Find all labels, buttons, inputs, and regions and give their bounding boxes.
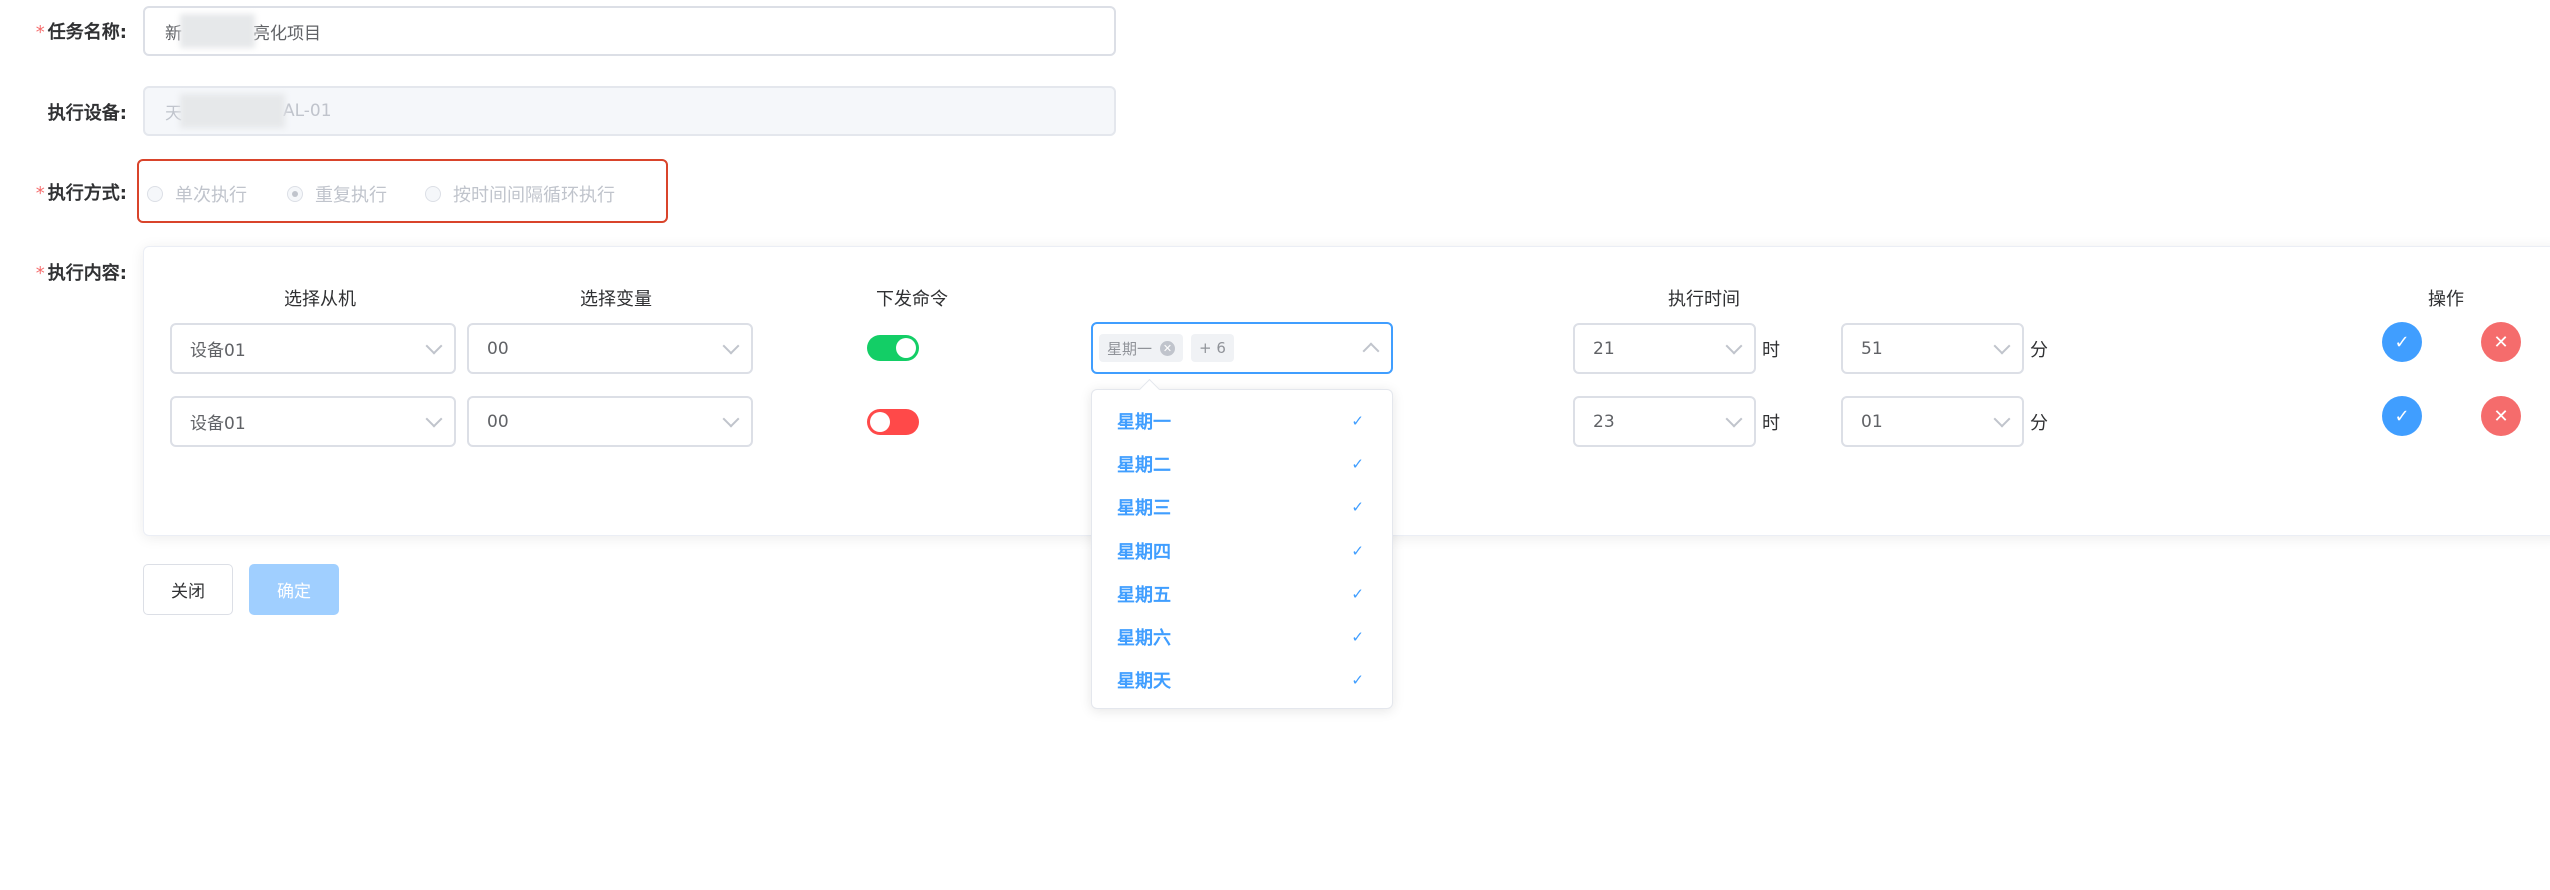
redaction-blur [180,94,285,128]
chevron-down-icon [1993,410,2011,427]
check-icon: ✓ [2394,405,2410,427]
radio-single[interactable]: 单次执行 [147,181,247,207]
device-input: 天 AL-01 [143,86,1116,136]
command-switch-off[interactable] [867,409,919,435]
close-icon: ✕ [2493,405,2509,427]
weekday-dropdown: 星期一 ✓ 星期二 ✓ 星期三 ✓ 星期四 ✓ 星期五 ✓ 星期六 ✓ 星期天 ✓ [1091,378,1393,709]
device-value-suffix: AL-01 [283,101,332,121]
check-icon: ✓ [1351,670,1364,689]
weekday-option[interactable]: 星期六 ✓ [1092,615,1392,658]
hour-unit: 时 [1762,413,1780,434]
hour-select[interactable]: 23 [1573,396,1756,447]
header-action: 操作 [2428,289,2464,310]
radio-dot [147,186,163,202]
minute-select[interactable]: 51 [1841,323,2024,374]
minute-unit: 分 [2030,413,2048,434]
hour-unit: 时 [1762,340,1780,361]
mode-label: * 执行方式: [35,183,127,204]
delete-row-button[interactable]: ✕ [2481,396,2521,436]
weekday-option[interactable]: 星期一 ✓ [1092,399,1392,442]
variable-select[interactable]: 00 [467,396,753,447]
weekday-option[interactable]: 星期天 ✓ [1092,658,1392,701]
required-mark: * [35,263,45,284]
header-time: 执行时间 [1668,289,1740,310]
weekday-option[interactable]: 星期五 ✓ [1092,572,1392,615]
chevron-down-icon [1725,337,1743,354]
switch-knob [870,412,890,432]
minute-select[interactable]: 01 [1841,396,2024,447]
task-name-label: * 任务名称: [35,22,127,43]
confirm-button[interactable]: 确定 [249,564,339,615]
weekday-option[interactable]: 星期二 ✓ [1092,442,1392,485]
tag-close-icon[interactable]: ✕ [1160,340,1176,356]
check-icon: ✓ [1351,541,1364,560]
chevron-down-icon [1725,410,1743,427]
switch-knob [896,338,916,358]
weekday-tag: 星期一 ✕ [1099,334,1184,362]
weekday-option[interactable]: 星期三 ✓ [1092,485,1392,528]
check-icon: ✓ [1351,497,1364,516]
confirm-row-button[interactable]: ✓ [2382,322,2422,362]
check-icon: ✓ [2394,331,2410,353]
close-icon: ✕ [2493,331,2509,353]
confirm-row-button[interactable]: ✓ [2382,396,2422,436]
delete-row-button[interactable]: ✕ [2481,322,2521,362]
check-icon: ✓ [1351,627,1364,646]
variable-select[interactable]: 00 [467,323,753,374]
radio-dot [425,186,441,202]
chevron-down-icon [425,410,443,427]
check-icon: ✓ [1351,411,1364,430]
task-name-value-suffix: 亮化项目 [253,23,321,44]
radio-dot-selected [287,186,303,202]
device-label: 执行设备: [47,103,127,124]
header-slave: 选择从机 [284,289,356,310]
content-label: * 执行内容: [35,263,127,284]
chevron-up-icon [1362,342,1380,360]
radio-interval[interactable]: 按时间间隔循环执行 [425,181,615,207]
header-variable: 选择变量 [580,289,652,310]
chevron-down-icon [425,337,443,354]
chevron-down-icon [722,337,740,354]
close-button[interactable]: 关闭 [143,564,233,615]
more-tag: + 6 [1191,334,1234,362]
slave-select[interactable]: 设备01 [170,396,456,447]
check-icon: ✓ [1351,584,1364,603]
required-mark: * [35,22,45,43]
minute-unit: 分 [2030,340,2048,361]
chevron-down-icon [722,410,740,427]
redaction-blur [180,14,255,48]
check-icon: ✓ [1351,454,1364,473]
radio-repeat[interactable]: 重复执行 [287,181,387,207]
command-switch-on[interactable] [867,335,919,361]
weekday-select[interactable]: 星期一 ✕ + 6 [1091,322,1393,374]
hour-select[interactable]: 21 [1573,323,1756,374]
mode-radio-group: 单次执行 重复执行 按时间间隔循环执行 [137,159,668,223]
chevron-down-icon [1993,337,2011,354]
slave-select[interactable]: 设备01 [170,323,456,374]
task-name-input[interactable]: 新亮化项目 [143,6,1116,56]
required-mark: * [35,183,45,204]
header-command: 下发命令 [876,289,948,310]
weekday-option[interactable]: 星期四 ✓ [1092,529,1392,572]
